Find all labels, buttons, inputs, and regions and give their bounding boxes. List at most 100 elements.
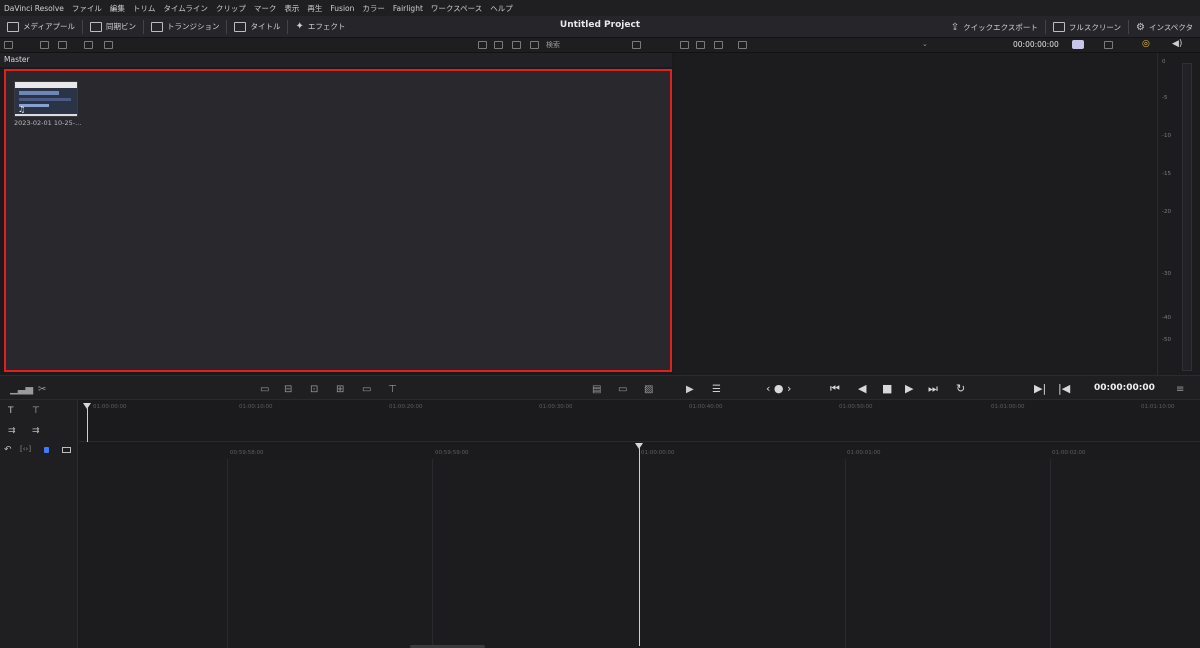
zoom-timeline-icon[interactable]: ▨ bbox=[644, 384, 653, 395]
menu-fusion[interactable]: Fusion bbox=[330, 4, 354, 13]
stacked-timeline-icon[interactable]: ▭ bbox=[618, 384, 627, 395]
export-icon: ⇪ bbox=[950, 21, 960, 33]
place-on-top-icon[interactable]: ▭ bbox=[362, 384, 371, 395]
append-icon[interactable]: ⊟ bbox=[284, 384, 292, 395]
menu-fairlight[interactable]: Fairlight bbox=[393, 4, 423, 13]
source-viewer-icon[interactable] bbox=[714, 41, 723, 49]
transitions-label: トランジション bbox=[166, 22, 220, 31]
menu-color[interactable]: カラー bbox=[362, 3, 385, 14]
media-pool-panel[interactable]: ♫ 2023-02-01 10-25-... bbox=[4, 69, 672, 372]
panel-toggle-icon[interactable] bbox=[4, 41, 13, 49]
menu-workspace[interactable]: ワークスペース bbox=[431, 3, 482, 14]
flag-icon[interactable] bbox=[62, 447, 71, 453]
play-reverse-icon[interactable]: ◀ bbox=[858, 382, 866, 395]
playhead-lower[interactable] bbox=[639, 448, 640, 646]
safe-area-icon[interactable] bbox=[738, 41, 747, 49]
relink-icon[interactable] bbox=[84, 41, 93, 49]
effects-button[interactable]: ✦ エフェクト bbox=[288, 16, 352, 37]
filmstrip-view-icon[interactable] bbox=[512, 41, 521, 49]
menu-playback[interactable]: 再生 bbox=[307, 3, 322, 14]
music-note-icon: ♫ bbox=[18, 105, 26, 114]
magic-mask-icon[interactable]: ◎ bbox=[1142, 39, 1150, 49]
gridline bbox=[1050, 459, 1051, 648]
inspector-icon: ⚙ bbox=[1136, 21, 1145, 33]
transport-timecode: 00:00:00:00 bbox=[1094, 383, 1155, 393]
ruler-tick-label: 01:00:30:00 bbox=[539, 404, 573, 410]
stop-icon[interactable]: ■ bbox=[882, 382, 892, 395]
scissors-icon[interactable]: ✂ bbox=[38, 384, 46, 395]
marker-icon[interactable] bbox=[44, 447, 49, 453]
new-timeline-icon[interactable] bbox=[58, 41, 67, 49]
sliders-icon[interactable]: ☰ bbox=[712, 384, 721, 395]
detail-view-icon[interactable] bbox=[530, 41, 539, 49]
meter-label: -30 bbox=[1162, 271, 1171, 277]
menu-help[interactable]: ヘルプ bbox=[490, 3, 513, 14]
color-swatch-icon[interactable] bbox=[1072, 40, 1084, 49]
timeline-ruler-upper[interactable]: 01:00:00:00 01:00:10:00 01:00:20:00 01:0… bbox=[79, 400, 1200, 442]
clip-thumbnail[interactable]: ♫ bbox=[14, 81, 78, 117]
unlink-icon[interactable] bbox=[104, 41, 113, 49]
jog-control[interactable]: ‹ ● › bbox=[766, 382, 791, 395]
quick-export-button[interactable]: ⇪ クイックエクスポート bbox=[944, 16, 1045, 38]
trim-tool-icon[interactable]: ⊤ bbox=[32, 406, 40, 416]
ruler-tick-label: 00:59:59:00 bbox=[435, 450, 469, 456]
track-down-icon[interactable]: ⇉ bbox=[32, 426, 40, 436]
gridline bbox=[845, 459, 846, 648]
thumbnail-detail bbox=[19, 98, 71, 101]
audio-level-icon[interactable]: ▁▃▅ bbox=[10, 384, 33, 395]
new-bin-icon[interactable] bbox=[40, 41, 49, 49]
thumbnail-view-icon[interactable] bbox=[494, 41, 503, 49]
ruler-tick-label: 01:00:20:00 bbox=[389, 404, 423, 410]
menu-app[interactable]: DaVinci Resolve bbox=[4, 4, 64, 13]
track-up-icon[interactable]: ⇉ bbox=[8, 426, 16, 436]
viewer-panel[interactable] bbox=[674, 53, 1156, 375]
titles-icon bbox=[234, 21, 247, 32]
playhead-upper[interactable] bbox=[87, 408, 88, 442]
mark-in-icon[interactable]: ▶| bbox=[1034, 382, 1046, 395]
transitions-button[interactable]: トランジション bbox=[144, 16, 227, 37]
close-up-icon[interactable]: ⊞ bbox=[336, 384, 344, 395]
mark-out-icon[interactable]: |◀ bbox=[1058, 382, 1070, 395]
timeline-view-icon[interactable]: ▤ bbox=[592, 384, 601, 395]
bin-name[interactable]: Master bbox=[4, 55, 30, 64]
list-view-icon[interactable] bbox=[478, 41, 487, 49]
skip-to-end-icon[interactable]: ⏭ bbox=[928, 382, 938, 396]
menu-bar: DaVinci Resolve ファイル 編集 トリム タイムライン クリップ … bbox=[0, 0, 1200, 16]
menu-icon[interactable]: ≡ bbox=[1176, 384, 1184, 395]
speaker-icon[interactable]: ◀) bbox=[1172, 39, 1182, 49]
loop-icon[interactable]: ↻ bbox=[956, 382, 965, 395]
media-pool-button[interactable]: メディアプール bbox=[0, 16, 82, 37]
clip-label[interactable]: 2023-02-01 10-25-... bbox=[14, 119, 81, 127]
media-pool-label: メディアプール bbox=[23, 22, 75, 31]
smart-insert-icon[interactable]: ▭ bbox=[260, 384, 269, 395]
snapping-icon[interactable]: [‹›] bbox=[20, 445, 31, 453]
viewer-mode-icon[interactable] bbox=[680, 41, 689, 49]
link-icon[interactable]: ↶ bbox=[4, 445, 12, 455]
sort-icon[interactable] bbox=[632, 41, 641, 49]
menu-edit[interactable]: 編集 bbox=[110, 3, 125, 14]
ripple-overwrite-icon[interactable]: ⊡ bbox=[310, 384, 318, 395]
media-clip[interactable]: ♫ 2023-02-01 10-25-... bbox=[14, 81, 81, 127]
dual-viewer-icon[interactable] bbox=[696, 41, 705, 49]
snapshot-icon[interactable]: ▶ bbox=[686, 384, 694, 395]
menu-file[interactable]: ファイル bbox=[72, 3, 102, 14]
menu-trim[interactable]: トリム bbox=[133, 3, 156, 14]
sync-bin-button[interactable]: 同期ビン bbox=[83, 16, 143, 37]
timeline-toolbar-lower: ↶ [‹›] bbox=[0, 442, 78, 648]
fullscreen-button[interactable]: フルスクリーン bbox=[1046, 16, 1128, 38]
menu-mark[interactable]: マーク bbox=[254, 3, 277, 14]
chevron-down-icon[interactable]: ⌄ bbox=[922, 40, 928, 48]
titles-button[interactable]: タイトル bbox=[227, 16, 287, 37]
inspector-label: インスペクタ bbox=[1148, 22, 1193, 32]
source-overwrite-icon[interactable]: ⊤ bbox=[388, 384, 397, 395]
skip-to-start-icon[interactable]: ⏮ bbox=[830, 382, 840, 396]
menu-clip[interactable]: クリップ bbox=[216, 3, 246, 14]
inspector-button[interactable]: ⚙ インスペクタ bbox=[1129, 16, 1200, 38]
title-tool-icon[interactable]: T bbox=[8, 406, 14, 416]
search-label[interactable]: 検索 bbox=[546, 40, 626, 50]
play-icon[interactable]: ▶ bbox=[905, 382, 913, 395]
ruler-tick-label: 01:00:50:00 bbox=[839, 404, 873, 410]
menu-timeline[interactable]: タイムライン bbox=[163, 3, 207, 14]
menu-view[interactable]: 表示 bbox=[284, 3, 299, 14]
transform-icon[interactable] bbox=[1104, 41, 1113, 49]
